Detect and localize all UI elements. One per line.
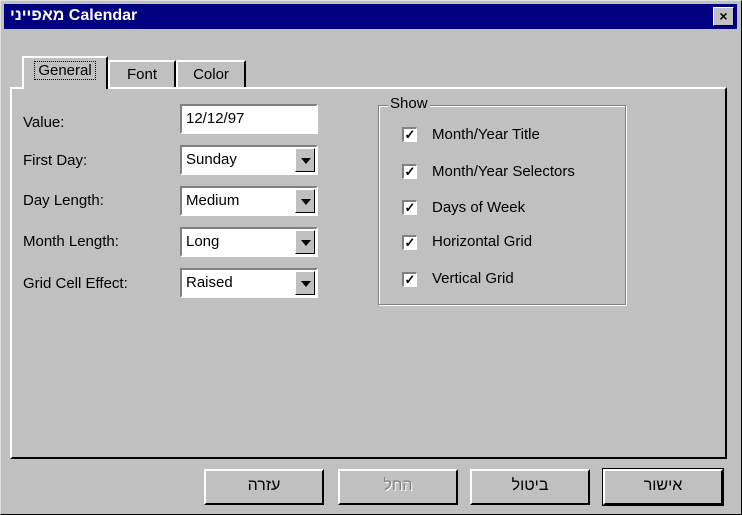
help-button-label: עזרה [247,477,281,494]
month-length-value: Long [186,233,220,250]
grid-cell-effect-value: Raised [186,274,233,291]
ok-button-label: אישור [643,477,683,494]
chevron-down-icon[interactable] [295,230,315,254]
help-button[interactable]: עזרה [204,469,324,505]
checkbox-label-days-of-week: Days of Week [432,199,526,216]
apply-button-label: החל [383,477,413,494]
tab-general[interactable]: General [22,56,108,89]
window-title: מאפייני Calendar [10,7,138,24]
first-day-value: Sunday [186,151,237,168]
tab-label-general: General [34,61,96,80]
title-bar[interactable]: מאפייני Calendar × [4,4,737,29]
day-length-select[interactable]: Medium [180,186,318,216]
chevron-down-icon[interactable] [295,189,315,213]
first-day-label: First Day: [23,152,88,169]
grid-cell-effect-select[interactable]: Raised [180,268,318,298]
checkbox-label-month-year-title: Month/Year Title [432,126,540,143]
checkbox-label-horizontal-grid: Horizontal Grid [432,233,533,250]
value-input[interactable]: 12/12/97 [180,104,318,134]
value-label: Value: [23,114,65,131]
checkbox-vertical-grid[interactable]: ✓ [402,272,417,287]
checkbox-month-year-selectors[interactable]: ✓ [402,164,417,179]
day-length-value: Medium [186,192,240,209]
grid-cell-effect-label: Grid Cell Effect: [23,275,128,292]
checkbox-label-month-year-selectors: Month/Year Selectors [432,163,575,180]
checkbox-horizontal-grid[interactable]: ✓ [402,235,417,250]
checkbox-month-year-title[interactable]: ✓ [402,127,417,142]
close-icon: × [719,8,728,24]
tab-color[interactable]: Color [176,60,246,88]
cancel-button[interactable]: ביטול [470,469,590,505]
ok-button[interactable]: אישור [602,468,724,506]
month-length-label: Month Length: [23,233,119,250]
apply-button[interactable]: החל [338,469,458,505]
checkbox-days-of-week[interactable]: ✓ [402,200,417,215]
checkbox-label-vertical-grid: Vertical Grid [432,270,514,287]
tab-font[interactable]: Font [108,60,176,88]
month-length-select[interactable]: Long [180,227,318,257]
day-length-label: Day Length: [23,192,104,209]
cancel-button-label: ביטול [511,477,549,494]
chevron-down-icon[interactable] [295,148,315,172]
close-button[interactable]: × [713,7,734,26]
show-group-title: Show [388,95,430,112]
first-day-select[interactable]: Sunday [180,145,318,175]
tab-label-color: Color [193,66,229,83]
chevron-down-icon[interactable] [295,271,315,295]
tab-label-font: Font [126,66,157,83]
